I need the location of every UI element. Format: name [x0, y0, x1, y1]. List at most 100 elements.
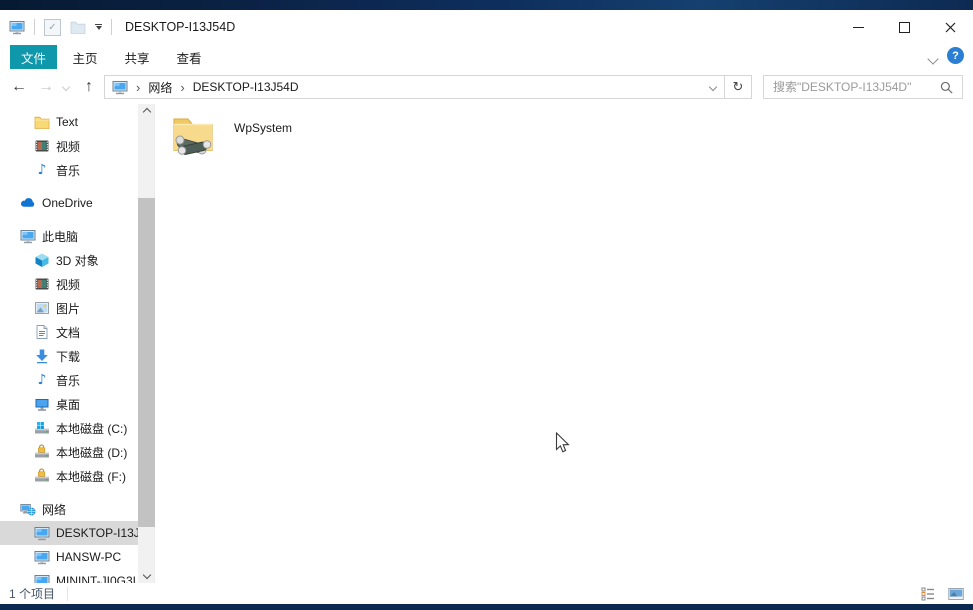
music-icon: ♪	[34, 372, 50, 388]
computer-icon	[34, 573, 50, 583]
3d-cube-icon	[34, 252, 50, 268]
sidebar-item-local-disk-d[interactable]: 本地磁盘 (D:)	[0, 440, 138, 464]
maximize-icon	[899, 22, 910, 33]
breadcrumb-network[interactable]: 网络	[148, 79, 172, 96]
desktop-icon	[34, 396, 50, 412]
minimize-icon	[853, 27, 864, 28]
breadcrumb-separator-icon: ›	[136, 81, 140, 94]
explorer-computer-icon	[9, 19, 25, 35]
tab-share[interactable]: 共享	[117, 45, 157, 69]
breadcrumb-desktop-i13j54d[interactable]: DESKTOP-I13J54D	[193, 80, 299, 94]
sidebar-item-minint-ji0g3i[interactable]: MININT-JI0G3I	[0, 569, 138, 583]
video-icon	[34, 138, 50, 154]
sidebar-item-pictures[interactable]: 图片	[0, 296, 138, 320]
desktop-wallpaper-bottom	[0, 604, 973, 610]
file-item-wpsystem[interactable]: WpSystem	[169, 110, 292, 158]
explorer-body: Text 视频 ♪ 音乐 OneDrive 此电脑 3D 对象 视频	[0, 104, 973, 583]
back-button[interactable]: ←	[6, 70, 32, 104]
onedrive-cloud-icon	[20, 195, 36, 211]
address-history-dropdown[interactable]	[702, 76, 724, 98]
status-divider	[67, 587, 68, 601]
file-name: WpSystem	[234, 121, 292, 135]
tab-file[interactable]: 文件	[10, 45, 57, 69]
drive-lock-icon	[34, 444, 50, 460]
maximize-button[interactable]	[881, 10, 927, 44]
picture-icon	[34, 300, 50, 316]
scroll-down-button[interactable]	[138, 567, 155, 583]
expand-ribbon-button[interactable]	[929, 50, 937, 68]
computer-icon	[20, 228, 36, 244]
navigation-bar: ← → ↑ › 网络 › DESKTOP-I13J54D ↻	[0, 70, 973, 104]
tab-home[interactable]: 主页	[65, 45, 105, 69]
tab-view[interactable]: 查看	[169, 45, 209, 69]
search-box[interactable]	[763, 75, 963, 99]
scrollbar-thumb[interactable]	[138, 198, 155, 527]
desktop-wallpaper-top	[0, 0, 973, 10]
new-folder-icon[interactable]	[70, 19, 86, 35]
scroll-up-button[interactable]	[138, 104, 155, 120]
file-list-area[interactable]: WpSystem	[155, 104, 973, 583]
up-button[interactable]: ↑	[76, 70, 102, 104]
sidebar-item-onedrive[interactable]: OneDrive	[0, 191, 138, 215]
computer-icon	[34, 549, 50, 565]
details-view-icon	[921, 586, 936, 601]
sidebar-item-desktop-i13j54d[interactable]: DESKTOP-I13J5	[0, 521, 138, 545]
quick-access-toolbar: ✓ DESKTOP-I13J54D	[0, 19, 235, 36]
sidebar-item-music[interactable]: ♪ 音乐	[0, 368, 138, 392]
address-bar[interactable]: › 网络 › DESKTOP-I13J54D ↻	[104, 75, 752, 99]
view-switcher	[919, 583, 965, 604]
close-button[interactable]	[927, 10, 973, 44]
toolbar-divider	[34, 19, 35, 35]
computer-icon[interactable]	[112, 79, 128, 95]
chevron-up-icon	[142, 108, 150, 116]
search-icon[interactable]	[939, 80, 962, 95]
ribbon-tab-bar: 文件 主页 共享 查看 ?	[0, 44, 973, 71]
drive-windows-icon	[34, 420, 50, 436]
title-bar[interactable]: ✓ DESKTOP-I13J54D	[0, 10, 973, 44]
sidebar-item-network[interactable]: 网络	[0, 497, 138, 521]
sidebar-item-text[interactable]: Text	[0, 110, 138, 134]
refresh-button[interactable]: ↻	[724, 76, 751, 98]
sidebar-item-documents[interactable]: 文档	[0, 320, 138, 344]
network-icon	[20, 501, 36, 517]
recent-locations-button[interactable]	[58, 70, 74, 104]
sidebar-item-3d-objects[interactable]: 3D 对象	[0, 248, 138, 272]
thumbnail-view-icon	[948, 586, 964, 602]
sidebar-scrollbar[interactable]	[138, 104, 155, 583]
document-icon	[34, 324, 50, 340]
sidebar-item-downloads[interactable]: 下载	[0, 344, 138, 368]
sidebar-item-local-disk-f[interactable]: 本地磁盘 (F:)	[0, 464, 138, 488]
help-button[interactable]: ?	[947, 47, 964, 64]
chevron-down-icon	[927, 53, 938, 64]
sidebar-item-music[interactable]: ♪ 音乐	[0, 158, 138, 182]
navigation-pane: Text 视频 ♪ 音乐 OneDrive 此电脑 3D 对象 视频	[0, 104, 138, 583]
chevron-down-icon	[142, 571, 150, 579]
breadcrumb: › 网络 › DESKTOP-I13J54D	[105, 79, 702, 96]
drive-lock-icon	[34, 468, 50, 484]
sidebar-item-local-disk-c[interactable]: 本地磁盘 (C:)	[0, 416, 138, 440]
status-bar: 1 个项目	[0, 583, 973, 604]
details-view-button[interactable]	[919, 585, 937, 603]
sidebar-item-videos[interactable]: 视频	[0, 272, 138, 296]
file-explorer-window: ✓ DESKTOP-I13J54D 文件 主页 共享 查看 ? ← → ↑	[0, 0, 973, 610]
sidebar-item-this-pc[interactable]: 此电脑	[0, 224, 138, 248]
thumbnail-view-button[interactable]	[947, 585, 965, 603]
mouse-cursor	[555, 432, 571, 459]
video-icon	[34, 276, 50, 292]
sidebar-item-desktop[interactable]: 桌面	[0, 392, 138, 416]
music-icon: ♪	[34, 162, 50, 178]
customize-toolbar-dropdown-icon[interactable]	[95, 24, 102, 30]
properties-check-icon[interactable]: ✓	[44, 19, 61, 36]
search-input[interactable]	[764, 80, 939, 94]
sidebar-item-hansw-pc[interactable]: HANSW-PC	[0, 545, 138, 569]
toolbar-divider	[111, 19, 112, 35]
breadcrumb-separator-icon: ›	[180, 81, 184, 94]
forward-button[interactable]: →	[34, 70, 58, 104]
computer-icon	[34, 525, 50, 541]
minimize-button[interactable]	[835, 10, 881, 44]
sidebar-item-videos[interactable]: 视频	[0, 134, 138, 158]
chevron-down-icon	[709, 83, 717, 91]
window-controls	[835, 10, 973, 44]
close-icon	[945, 22, 956, 33]
window-title: DESKTOP-I13J54D	[125, 20, 235, 34]
